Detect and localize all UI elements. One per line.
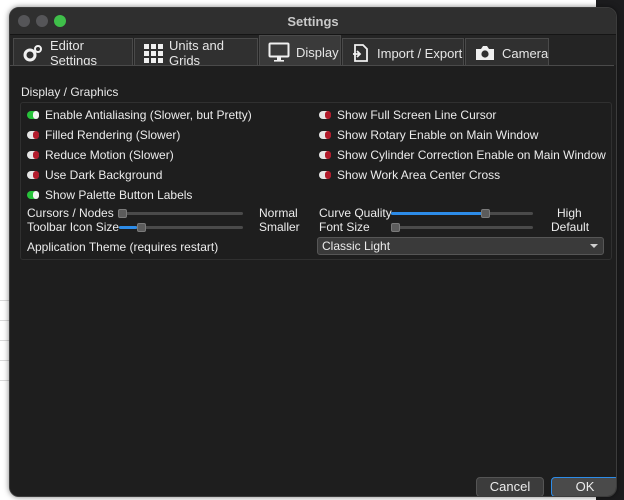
option-show-work-area-center-cross[interactable]: Show Work Area Center Cross (319, 167, 500, 183)
chevron-down-icon (590, 244, 598, 248)
curve-quality-label: Curve Quality (319, 206, 392, 220)
cursors-nodes-slider-handle[interactable] (118, 209, 127, 218)
tab-label: Display (296, 44, 339, 60)
tab-display[interactable]: Display (259, 35, 341, 68)
window-title: Settings (287, 14, 339, 29)
font-size-slider[interactable] (391, 226, 533, 229)
tab-bar: Editor Settings Units and Grids Display (10, 35, 616, 68)
option-show-full-screen-line-cursor[interactable]: Show Full Screen Line Cursor (319, 107, 496, 123)
font-size-label: Font Size (319, 220, 370, 234)
toggle-switch[interactable] (27, 171, 39, 179)
toggle-switch[interactable] (27, 131, 39, 139)
application-theme-label: Application Theme (requires restart) (27, 240, 219, 254)
toggle-switch[interactable] (319, 111, 331, 119)
grid-icon (144, 44, 163, 63)
tab-label: Import / Export (377, 45, 463, 61)
settings-window: Settings Editor Settings Units and Grids (9, 7, 617, 497)
option-use-dark-background[interactable]: Use Dark Background (27, 167, 162, 183)
toolbar-icon-size-slider-handle[interactable] (137, 223, 146, 232)
toolbar-icon-size-fill (119, 226, 137, 229)
tab-label: Camera (502, 45, 549, 61)
gears-icon (23, 45, 42, 62)
font-size-slider-handle[interactable] (391, 223, 400, 232)
application-theme-value: Classic Light (322, 239, 391, 253)
toggle-switch[interactable] (319, 151, 331, 159)
toggle-switch[interactable] (27, 111, 39, 119)
cursors-nodes-value: Normal (259, 206, 298, 220)
option-filled-rendering[interactable]: Filled Rendering (Slower) (27, 127, 180, 143)
option-label: Use Dark Background (45, 168, 163, 182)
curve-quality-slider-handle[interactable] (481, 209, 490, 218)
font-size-value: Default (551, 220, 590, 234)
option-show-palette-button-labels[interactable]: Show Palette Button Labels (27, 187, 192, 203)
option-label: Show Cylinder Correction Enable on Main … (337, 148, 606, 162)
option-show-rotary-enable[interactable]: Show Rotary Enable on Main Window (319, 127, 538, 143)
tab-label: Editor Settings (50, 38, 97, 68)
toggle-switch[interactable] (27, 191, 39, 199)
toolbar-icon-size-value: Smaller (259, 220, 300, 234)
cancel-button[interactable]: Cancel (476, 477, 544, 496)
camera-icon (476, 46, 494, 60)
tab-camera[interactable]: Camera (465, 38, 549, 67)
tab-label: Units and Grids (169, 38, 224, 68)
import-export-icon (353, 44, 368, 62)
option-label: Enable Antialiasing (Slower, but Pretty) (45, 108, 252, 122)
cursors-nodes-slider[interactable] (119, 212, 243, 215)
option-label: Filled Rendering (Slower) (45, 128, 181, 142)
option-show-cylinder-correction[interactable]: Show Cylinder Correction Enable on Main … (319, 147, 606, 163)
option-reduce-motion[interactable]: Reduce Motion (Slower) (27, 147, 174, 163)
monitor-icon (268, 42, 290, 62)
toggle-switch[interactable] (319, 171, 331, 179)
display-pane: Display / Graphics Enable Antialiasing (… (10, 65, 614, 496)
group-title: Display / Graphics (21, 85, 119, 99)
option-label: Show Palette Button Labels (45, 188, 193, 202)
toggle-switch[interactable] (27, 151, 39, 159)
display-graphics-group: Enable Antialiasing (Slower, but Pretty)… (20, 102, 612, 260)
option-label: Show Work Area Center Cross (337, 168, 501, 182)
tab-units-and-grids[interactable]: Units and Grids (134, 38, 258, 68)
tab-import-export[interactable]: Import / Export (342, 38, 464, 67)
title-bar: Settings (10, 8, 616, 35)
option-enable-antialiasing[interactable]: Enable Antialiasing (Slower, but Pretty) (27, 107, 252, 123)
option-label: Reduce Motion (Slower) (45, 148, 174, 162)
option-label: Show Rotary Enable on Main Window (337, 128, 539, 142)
curve-quality-value: High (557, 206, 582, 220)
cursors-nodes-label: Cursors / Nodes (27, 206, 114, 220)
curve-quality-fill (391, 212, 485, 215)
option-label: Show Full Screen Line Cursor (337, 108, 497, 122)
toggle-switch[interactable] (319, 131, 331, 139)
tab-editor-settings[interactable]: Editor Settings (13, 38, 133, 68)
application-theme-select[interactable]: Classic Light (317, 237, 604, 255)
toolbar-icon-size-label: Toolbar Icon Size (27, 220, 120, 234)
ok-button[interactable]: OK (551, 477, 616, 496)
